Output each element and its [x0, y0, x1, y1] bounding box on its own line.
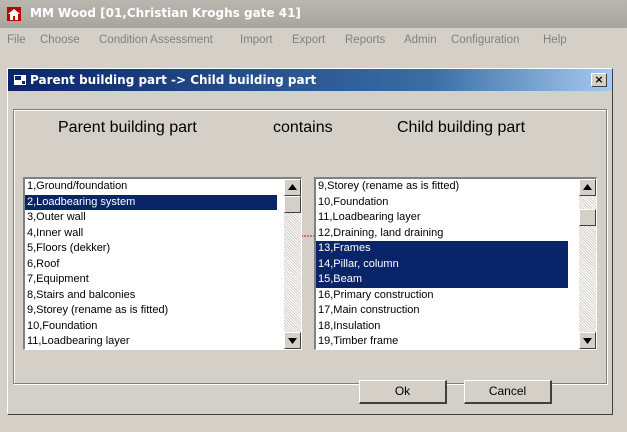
header-parent-building-part: Parent building part	[58, 119, 197, 136]
close-icon: ×	[594, 73, 604, 86]
menu-admin[interactable]: Admin	[404, 34, 437, 46]
child-list-item[interactable]: 14,Pillar, column	[316, 256, 568, 272]
ok-button[interactable]: Ok	[359, 380, 447, 404]
ok-button-label: Ok	[394, 384, 411, 398]
header-contains: contains	[273, 119, 333, 136]
dialog-title: Parent building part -> Child building p…	[30, 73, 317, 87]
app-title: MM Wood [01,Christian Kroghs gate 41]	[30, 6, 301, 20]
menu-reports[interactable]: Reports	[345, 34, 385, 46]
parent-scroll-thumb[interactable]	[284, 196, 301, 213]
parent-child-dialog: Parent building part -> Child building p…	[7, 68, 613, 415]
parent-list-item[interactable]: 6,Roof	[25, 257, 277, 273]
child-list-item[interactable]: 10,Foundation	[316, 195, 568, 211]
parent-list-item[interactable]: 7,Equipment	[25, 272, 277, 288]
parent-list-item[interactable]: 1,Ground/foundation	[25, 179, 277, 195]
parent-items: 1,Ground/foundation 2,Loadbearing system 3…	[25, 179, 277, 349]
parent-list-item[interactable]: 5,Floors (dekker)	[25, 241, 277, 257]
arrow-up-icon	[583, 184, 592, 190]
menu-import[interactable]: Import	[240, 34, 273, 46]
close-button[interactable]: ×	[591, 73, 607, 87]
parent-list-item[interactable]: 3,Outer wall	[25, 210, 277, 226]
child-list-item[interactable]: 12,Draining, land draining	[316, 226, 568, 242]
parent-building-part-list[interactable]: 1,Ground/foundation 2,Loadbearing system 3…	[23, 177, 302, 350]
child-list-scrollbar[interactable]	[579, 179, 596, 349]
parent-list-item[interactable]: 10,Foundation	[25, 319, 277, 335]
menubar: File Choose Condition Assessment Import …	[0, 28, 627, 54]
menu-help[interactable]: Help	[543, 34, 567, 46]
child-building-part-list[interactable]: 9,Storey (rename as is fitted) 10,Foundat…	[314, 177, 597, 350]
parent-list-item[interactable]: 11,Loadbearing layer	[25, 334, 277, 349]
menu-choose[interactable]: Choose	[40, 34, 80, 46]
parent-list-item[interactable]: 2,Loadbearing system	[25, 194, 277, 210]
child-list-item[interactable]: 9,Storey (rename as is fitted)	[316, 179, 568, 195]
cancel-button-label: Cancel	[488, 384, 527, 398]
parent-scroll-up-button[interactable]	[284, 179, 301, 196]
menu-file[interactable]: File	[7, 34, 26, 46]
dialog-app-icon	[14, 75, 26, 85]
menu-configuration[interactable]: Configuration	[451, 34, 519, 46]
header-child-building-part: Child building part	[397, 119, 526, 136]
child-list-item[interactable]: 19,Timber frame	[316, 334, 568, 349]
parent-list-item[interactable]: 4,Inner wall	[25, 226, 277, 242]
arrow-down-icon	[583, 338, 592, 344]
parent-scroll-down-button[interactable]	[284, 332, 301, 349]
child-scroll-thumb[interactable]	[579, 209, 596, 226]
arrow-down-icon	[288, 338, 297, 344]
child-scroll-up-button[interactable]	[579, 179, 596, 196]
parent-list-item[interactable]: 8,Stairs and balconies	[25, 288, 277, 304]
child-list-item[interactable]: 16,Primary construction	[316, 288, 568, 304]
menu-export[interactable]: Export	[292, 34, 325, 46]
app-titlebar: MM Wood [01,Christian Kroghs gate 41]	[0, 0, 627, 28]
child-list-item[interactable]: 18,Insulation	[316, 319, 568, 335]
child-list-item[interactable]: 11,Loadbearing layer	[316, 210, 568, 226]
parent-list-scrollbar[interactable]	[284, 179, 301, 349]
child-list-item[interactable]: 17,Main construction	[316, 303, 568, 319]
menu-condition-assessment[interactable]: Condition Assessment	[99, 34, 213, 46]
child-scroll-down-button[interactable]	[579, 332, 596, 349]
child-list-item[interactable]: 13,Frames	[316, 241, 568, 257]
dialog-titlebar[interactable]: Parent building part -> Child building p…	[8, 69, 612, 91]
house-icon	[7, 7, 21, 21]
parent-list-item[interactable]: 9,Storey (rename as is fitted)	[25, 303, 277, 319]
arrow-up-icon	[288, 184, 297, 190]
child-list-item[interactable]: 15,Beam	[316, 272, 568, 288]
child-items: 9,Storey (rename as is fitted) 10,Foundat…	[316, 179, 568, 349]
cancel-button[interactable]: Cancel	[464, 380, 552, 404]
